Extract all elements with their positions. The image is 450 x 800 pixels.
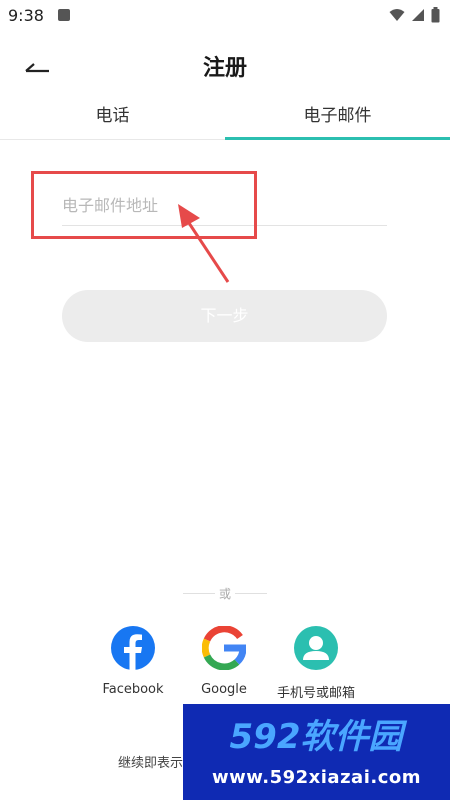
tab-phone[interactable]: 电话 [0, 96, 225, 140]
signal-icon [412, 9, 424, 21]
facebook-icon [111, 626, 155, 670]
header: 注册 [0, 40, 450, 90]
tab-email[interactable]: 电子邮件 [225, 96, 450, 140]
svg-text:592软件园: 592软件园 [230, 717, 408, 757]
page-title: 注册 [202, 56, 247, 81]
or-label: 或 [218, 587, 231, 601]
next-button[interactable]: 下一步 [62, 290, 387, 342]
status-bar: 9:38 [0, 0, 450, 32]
or-divider: 或 [0, 583, 450, 603]
status-time: 9:38 [8, 6, 44, 25]
divider-line-right [235, 593, 267, 594]
google-icon [202, 626, 246, 670]
tab-active-indicator [225, 137, 450, 140]
google-label: Google [201, 682, 247, 697]
phone-or-email-login-button[interactable]: 手机号或邮箱 [266, 626, 366, 701]
facebook-label: Facebook [102, 682, 164, 697]
terms-text: 继续即表示 [118, 756, 184, 771]
google-login-button[interactable]: Google [174, 626, 274, 697]
tab-bar: 电话 电子邮件 [0, 96, 450, 140]
email-field[interactable] [62, 186, 387, 226]
watermark-banner: 592软件园 www.592xiazai.com [183, 704, 450, 800]
person-icon [294, 626, 338, 670]
facebook-login-button[interactable]: Facebook [83, 626, 183, 697]
phone-or-email-label: 手机号或邮箱 [276, 686, 355, 701]
watermark-url: www.592xiazai.com [212, 767, 421, 788]
wifi-icon [389, 9, 405, 21]
a-icon [58, 9, 70, 21]
battery-icon [431, 7, 440, 23]
status-icons [389, 7, 440, 23]
